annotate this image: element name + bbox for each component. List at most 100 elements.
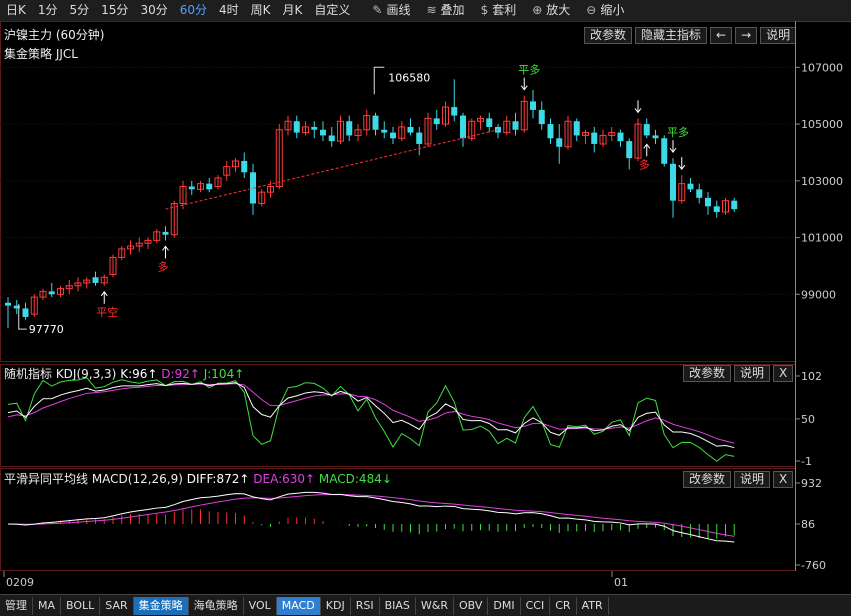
candle-body: [460, 115, 466, 139]
candle-body: [22, 308, 29, 317]
tab-indicator-14[interactable]: CCI: [521, 596, 551, 615]
high-marker-line: [373, 66, 385, 95]
candle-body: [311, 126, 318, 130]
tool-zoom-in-button[interactable]: ⊕ 放大: [524, 0, 578, 21]
macd-dea-line: [7, 494, 735, 537]
price-axis-label: 101000: [801, 232, 843, 245]
candle-body: [713, 206, 720, 213]
kdj-j-line: [7, 377, 735, 462]
candle-body: [48, 291, 55, 295]
price-axis-label: 107000: [801, 61, 843, 74]
candle-body: [573, 121, 580, 136]
signal-label: 多: [639, 157, 650, 171]
candle-body: [92, 277, 99, 283]
tab-indicator-6[interactable]: VOL: [244, 596, 277, 615]
candle-body: [661, 138, 668, 164]
chart-area[interactable]: 10658097770平空多平多平多多 10250-1 93286-760 10…: [0, 21, 851, 595]
signal-label: 平多: [667, 125, 689, 139]
macd-axis-label: -760: [801, 559, 826, 572]
top-toolbar: 日K 1分 5分 15分 30分 60分 4时 周K 月K 自定义 ✎ 画线 ≋ 叠加 $ 套利 ⊕ 放大 ⊖ 缩小: [0, 0, 851, 22]
tool-label: 放大: [546, 3, 571, 17]
timeframe-0[interactable]: 日K: [0, 0, 32, 21]
candle-body: [451, 107, 458, 116]
tab-indicator-9[interactable]: RSI: [351, 596, 380, 615]
signal-label: 平空: [96, 305, 118, 319]
tab-indicator-15[interactable]: CR: [550, 596, 577, 615]
kdj-d-line: [7, 383, 735, 444]
tool-label: 画线: [386, 3, 411, 17]
kdj-k-line: [7, 382, 735, 449]
timeframe-1[interactable]: 1分: [32, 0, 64, 21]
indicator-tab-bar: 管理 MA BOLL SAR 集金策略 海龟策略 VOL MACD KDJ RSI BIAS W&R O…: [0, 594, 851, 616]
candle-body: [591, 132, 598, 144]
timeframe-7[interactable]: 周K: [245, 0, 277, 21]
candle-body: [705, 197, 711, 207]
candle-body: [390, 132, 396, 139]
kdj-axis-label: -1: [801, 455, 812, 468]
date-axis-label: 0209: [6, 576, 34, 589]
tab-indicator-8[interactable]: KDJ: [321, 596, 351, 615]
tool-label: 缩小: [600, 3, 625, 17]
timeframe-8[interactable]: 月K: [277, 0, 309, 21]
tab-indicator-5[interactable]: 海龟策略: [189, 596, 244, 615]
price-axis-label: 99000: [801, 288, 836, 301]
tool-zoom-out-button[interactable]: ⊖ 缩小: [578, 0, 632, 21]
tab-indicator-2[interactable]: BOLL: [61, 596, 101, 615]
pencil-icon: ✎: [372, 3, 383, 17]
layers-icon: ≋: [426, 3, 437, 17]
kdj-axis-label: 102: [801, 370, 822, 383]
timeframe-2[interactable]: 5分: [64, 0, 96, 21]
candle-body: [381, 129, 388, 133]
tab-indicator-13[interactable]: DMI: [488, 596, 521, 615]
candle-body: [643, 124, 650, 136]
tab-indicator-0[interactable]: 管理: [0, 596, 33, 615]
candle-body: [407, 126, 414, 133]
price-axis-label: 105000: [801, 118, 843, 131]
tab-indicator-4[interactable]: 集金策略: [133, 596, 189, 615]
candle-body: [626, 141, 633, 159]
candle-body: [696, 189, 703, 198]
tool-moneybag-button[interactable]: $ 套利: [473, 0, 525, 21]
tool-label: 叠加: [440, 3, 465, 17]
price-axis-label: 103000: [801, 175, 843, 188]
candle-body: [547, 124, 554, 139]
timeframe-4[interactable]: 30分: [134, 0, 173, 21]
candle-body: [5, 302, 11, 306]
timeframe-9[interactable]: 自定义: [308, 0, 356, 21]
tab-indicator-11[interactable]: W&R: [416, 596, 454, 615]
tab-indicator-3[interactable]: SAR: [100, 596, 134, 615]
low-price-label: 97770: [29, 323, 64, 336]
moneybag-icon: $: [480, 3, 489, 17]
timeframe-6[interactable]: 4时: [213, 0, 245, 21]
candle-body: [512, 121, 519, 130]
candle-body: [538, 109, 545, 125]
kdj-panel-border: [0, 364, 796, 467]
date-axis-label: 01: [614, 576, 628, 589]
tool-label: 套利: [492, 3, 517, 17]
tab-indicator-1[interactable]: MA: [33, 596, 62, 615]
tool-layers-button[interactable]: ≋ 叠加: [418, 0, 472, 21]
candle-body: [687, 183, 694, 190]
macd-axis-label: 932: [801, 477, 822, 490]
candle-body: [206, 183, 213, 190]
timeframe-5[interactable]: 60分: [174, 0, 213, 21]
tab-indicator-16[interactable]: ATR: [577, 596, 609, 615]
candle-body: [670, 163, 676, 201]
macd-panel-border: [0, 468, 796, 571]
candle-body: [556, 138, 563, 147]
tab-indicator-10[interactable]: BIAS: [380, 596, 416, 615]
macd-diff-line: [7, 491, 735, 543]
tab-indicator-7[interactable]: MACD: [276, 596, 321, 615]
signal-label: 多: [158, 259, 169, 273]
tool-pencil-button[interactable]: ✎ 画线: [364, 0, 418, 21]
candle-body: [162, 231, 169, 235]
candle-body: [433, 118, 440, 125]
high-price-label: 106580: [388, 71, 430, 84]
candle-body: [530, 101, 536, 110]
candle-body: [320, 129, 326, 136]
timeframe-3[interactable]: 15分: [95, 0, 134, 21]
tab-indicator-12[interactable]: OBV: [454, 596, 489, 615]
zoom-out-icon: ⊖: [586, 3, 597, 17]
signal-label: 平多: [518, 63, 540, 77]
candle-body: [617, 132, 624, 142]
